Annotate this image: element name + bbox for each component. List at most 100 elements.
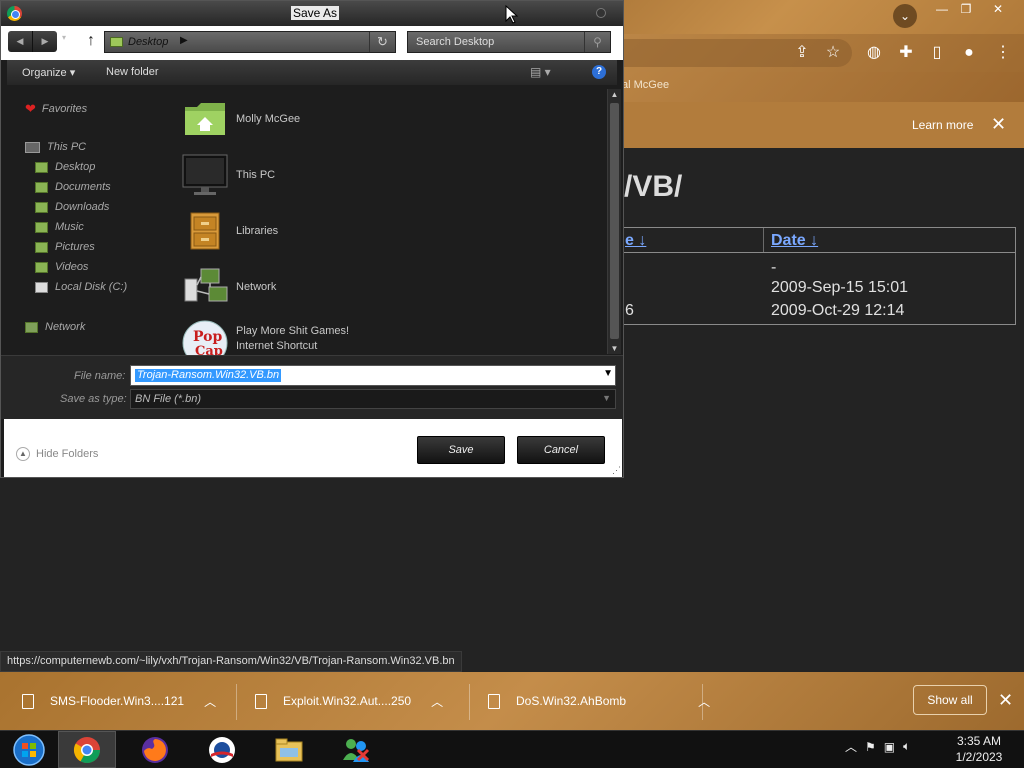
start-button[interactable] [0,731,58,768]
file-name: Network [236,280,277,293]
drive-icon [35,281,48,293]
address-breadcrumb[interactable]: Desktop ▶ ↻ [104,31,396,53]
nav-item-music[interactable]: Music [35,221,84,233]
popcap-icon: Pop Cap [181,317,229,355]
cancel-button[interactable]: Cancel [517,436,605,464]
taskbar-msn[interactable] [327,731,385,768]
tab-search-button[interactable]: ⌄ [893,4,917,28]
download-item[interactable]: SMS-Flooder.Win3....121 ︿ [22,686,216,716]
save-fields: File name: Trojan-Ransom.Win32.VB.bn ▼ S… [1,355,623,419]
volume-icon[interactable]: 🔈︎ [903,739,910,754]
firefox-icon [142,736,168,763]
breadcrumb-item[interactable]: Desktop [128,36,168,48]
nav-item-network[interactable]: Network [25,321,85,333]
scroll-thumb[interactable] [610,103,619,339]
nav-item-this-pc[interactable]: This PC [25,141,86,153]
chevron-right-icon[interactable]: ▶ [180,35,188,46]
scroll-down-icon[interactable]: ▼ [608,344,621,353]
profile-flag-icon[interactable]: ◍ [863,42,885,64]
bookmark-star-icon[interactable]: ☆ [822,42,844,64]
file-name: Libraries [236,224,279,237]
network-tray-icon[interactable]: ▣ [884,740,895,754]
help-icon[interactable]: ? [592,65,606,79]
view-options-icon[interactable]: ▤ ▾ [530,65,551,79]
bookmark-item[interactable]: al McGee [622,79,669,91]
menu-kebab-icon[interactable]: ⋮ [992,42,1014,64]
new-folder-button[interactable]: New folder [106,66,159,78]
nav-item-local-disk[interactable]: Local Disk (C:) [35,281,127,293]
save-type-value: BN File (*.bn) [135,393,202,405]
close-shelf-icon[interactable]: ✕ [998,689,1013,711]
nav-item-desktop[interactable]: Desktop [35,161,95,173]
avatar-icon[interactable]: ● [958,42,980,64]
dialog-close-button[interactable] [596,8,606,18]
up-arrow-icon[interactable]: ↑ [82,32,100,50]
chrome-icon [73,736,101,763]
nav-label: Pictures [55,241,95,253]
refresh-icon[interactable]: ↻ [369,32,395,52]
taskbar-file-explorer[interactable] [260,731,318,768]
extensions-icon[interactable]: ✚ [895,42,917,64]
nav-label: Favorites [41,103,88,115]
download-item[interactable]: Exploit.Win32.Aut....250 ︿ [255,686,443,716]
taskbar-chrome[interactable] [58,731,116,768]
scrollbar[interactable]: ▲ ▼ [607,89,621,354]
clock[interactable]: 3:35 AM 1/2/2023 [944,733,1014,765]
network-icon [25,321,38,333]
nav-item-downloads[interactable]: Downloads [35,201,109,213]
taskbar-firefox[interactable] [126,731,184,768]
folder-icon [275,738,303,761]
list-item[interactable]: Network [181,265,276,309]
file-name-input[interactable]: Trojan-Ransom.Win32.VB.bn ▼ [130,365,616,386]
scroll-up-icon[interactable]: ▲ [608,90,621,99]
close-window-button[interactable]: ✕ [984,0,1012,18]
name-column-header[interactable]: e ↓ [625,232,646,250]
list-item[interactable]: Pop Cap Play More Shit Games! Internet S… [181,317,349,355]
file-name: This PC [236,168,276,181]
restore-button[interactable]: ❐ [952,0,980,18]
hide-folders-button[interactable]: ▲ Hide Folders [16,447,98,461]
chevron-up-icon[interactable]: ︿ [431,693,443,710]
dialog-titlebar[interactable]: Save As [1,1,623,26]
show-all-button[interactable]: Show all [913,685,987,715]
chevron-up-icon[interactable]: ︿ [698,693,710,710]
organize-menu[interactable]: Organize ▾ [22,66,75,79]
page-title: /VB/ [624,170,683,203]
list-item[interactable]: Libraries [181,209,278,253]
infobar-close-icon[interactable]: ✕ [991,114,1006,134]
back-arrow-icon[interactable]: ◀ [8,31,33,52]
chevron-up-icon[interactable]: ︿ [204,693,216,710]
search-icon[interactable]: ⚲ [584,32,610,52]
nav-label: Music [55,221,84,233]
side-panel-icon[interactable]: ▯ [926,42,948,64]
table-row-date: 2009-Sep-15 15:01 [771,279,908,296]
address-bar[interactable] [620,39,852,67]
status-bubble-url: https://computernewb.com/~lily/vxh/Troja… [0,651,462,672]
list-item[interactable]: This PC [181,153,275,197]
search-input[interactable]: Search Desktop ⚲ [407,31,611,53]
nav-item-videos[interactable]: Videos [35,261,88,273]
recent-locations-icon[interactable]: ▾ [62,33,66,42]
computer-icon [25,141,40,153]
dropdown-arrow-icon[interactable]: ▼ [602,393,611,403]
download-item[interactable]: DoS.Win32.AhBomb ︿ [488,686,710,716]
date-column-header[interactable]: Date ↓ [771,232,818,250]
list-item[interactable]: Molly McGee [181,97,300,141]
downloads-folder-icon [35,201,48,213]
resize-grip-icon[interactable]: ⋰ [612,465,621,476]
flag-icon[interactable]: ⚑ [865,740,876,754]
save-button[interactable]: Save [417,436,505,464]
learn-more-link[interactable]: Learn more [912,118,973,132]
nav-item-documents[interactable]: Documents [35,181,111,193]
save-type-select[interactable]: BN File (*.bn) ▼ [130,389,616,409]
nav-item-pictures[interactable]: Pictures [35,241,95,253]
heart-icon: ❤ [25,101,36,116]
nav-item-favorites[interactable]: ❤ Favorites [25,101,87,117]
table-row-name[interactable]: 6 [625,302,634,320]
download-filename: Exploit.Win32.Aut....250 [283,694,412,708]
forward-arrow-icon[interactable]: ▶ [33,31,57,52]
share-icon[interactable]: ⇪ [791,42,813,64]
chevron-up-icon[interactable]: ︿ [845,738,857,755]
dropdown-arrow-icon[interactable]: ▼ [603,368,613,379]
taskbar-obama[interactable] [193,731,251,768]
